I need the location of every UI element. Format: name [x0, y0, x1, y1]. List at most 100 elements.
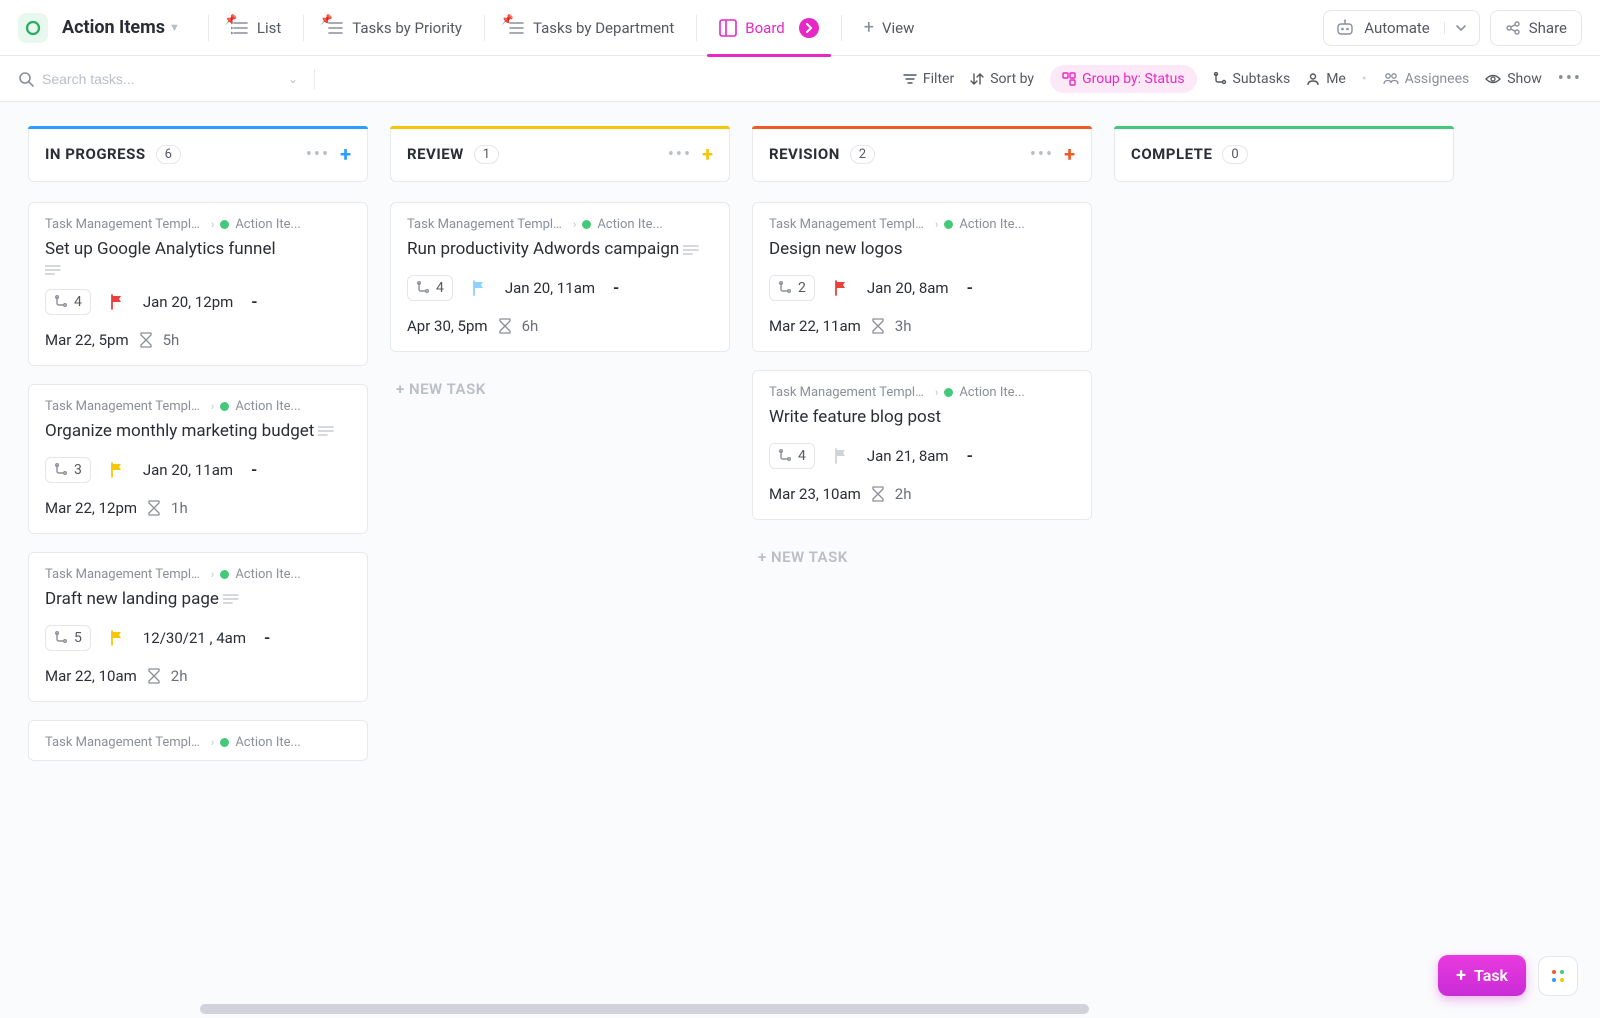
subtask-icon: [54, 631, 68, 645]
task-card[interactable]: Task Management Templat... › Action Ite.…: [28, 384, 368, 534]
time-estimate[interactable]: 5h: [163, 331, 180, 349]
more-icon[interactable]: •••: [1558, 68, 1582, 89]
task-card[interactable]: Task Management Templat... › Action Ite.…: [752, 370, 1092, 520]
search-input[interactable]: [42, 71, 222, 87]
subtasks-button[interactable]: Subtasks: [1213, 71, 1291, 87]
subtask-icon: [416, 281, 430, 295]
card-breadcrumb[interactable]: Task Management Templat... › Action Ite.…: [769, 385, 1075, 400]
new-task-button[interactable]: + NEW TASK: [752, 538, 1092, 576]
subtask-count[interactable]: 5: [45, 625, 91, 651]
filter-button[interactable]: Filter: [903, 71, 954, 87]
view-department-label: Tasks by Department: [533, 19, 674, 37]
end-date[interactable]: Mar 22, 12pm: [45, 499, 137, 517]
view-priority[interactable]: 📌 Tasks by Priority: [314, 13, 474, 43]
chevron-right-icon: ›: [211, 218, 214, 231]
column-header[interactable]: COMPLETE 0: [1114, 126, 1454, 182]
column-header[interactable]: IN PROGRESS 6 ••• +: [28, 126, 368, 182]
automate-button[interactable]: Automate: [1323, 10, 1479, 46]
task-card[interactable]: Task Management Templat... › Action Ite.…: [28, 720, 368, 761]
groupby-button[interactable]: Group by: Status: [1050, 65, 1196, 93]
page-title[interactable]: Action Items: [62, 17, 165, 38]
priority-flag-icon[interactable]: [833, 448, 849, 464]
column-header[interactable]: REVISION 2 ••• +: [752, 126, 1092, 182]
due-date[interactable]: Jan 20, 11am: [143, 461, 233, 479]
assignees-button[interactable]: Assignees: [1383, 71, 1470, 87]
due-date[interactable]: Jan 20, 8am: [867, 279, 949, 297]
time-estimate[interactable]: 1h: [171, 499, 188, 517]
me-button[interactable]: Me: [1306, 71, 1346, 87]
add-view-button[interactable]: + View: [852, 11, 927, 44]
time-estimate[interactable]: 6h: [522, 317, 539, 335]
add-card-button[interactable]: +: [702, 142, 713, 166]
breadcrumb-template: Task Management Templat...: [45, 567, 205, 582]
chevron-down-icon[interactable]: ⌄: [288, 72, 298, 86]
scrollbar-horizontal[interactable]: [200, 1004, 1340, 1014]
plus-icon: +: [1456, 965, 1466, 986]
priority-flag-icon[interactable]: [109, 294, 125, 310]
task-card[interactable]: Task Management Templat... › Action Ite.…: [390, 202, 730, 352]
subtask-icon: [778, 281, 792, 295]
priority-flag-icon[interactable]: [471, 280, 487, 296]
share-button[interactable]: Share: [1490, 10, 1582, 46]
due-date[interactable]: Jan 21, 8am: [867, 447, 949, 465]
view-bar: Action Items ▼ 📌 List 📌 Tasks by Priorit…: [0, 0, 1600, 56]
breadcrumb-template: Task Management Templat...: [45, 217, 205, 232]
apps-button[interactable]: [1538, 956, 1578, 996]
card-breadcrumb[interactable]: Task Management Templat... › Action Ite.…: [45, 567, 351, 582]
priority-flag-icon[interactable]: [109, 462, 125, 478]
time-estimate[interactable]: 3h: [895, 317, 912, 335]
sort-icon: [970, 72, 984, 86]
add-card-button[interactable]: +: [1064, 142, 1075, 166]
show-button[interactable]: Show: [1485, 71, 1542, 87]
task-card[interactable]: Task Management Templat... › Action Ite.…: [28, 552, 368, 702]
subtask-icon: [54, 463, 68, 477]
task-card[interactable]: Task Management Templat... › Action Ite.…: [752, 202, 1092, 352]
card-breadcrumb[interactable]: Task Management Templat... › Action Ite.…: [45, 735, 351, 750]
column-menu-icon[interactable]: •••: [668, 144, 692, 165]
board-expand-icon[interactable]: [799, 18, 819, 38]
task-card[interactable]: Task Management Templat... › Action Ite.…: [28, 202, 368, 366]
new-task-fab[interactable]: + Task: [1438, 955, 1526, 996]
breadcrumb-list: Action Ite...: [959, 385, 1024, 400]
separator: [208, 15, 209, 41]
column-menu-icon[interactable]: •••: [306, 144, 330, 165]
card-breadcrumb[interactable]: Task Management Templat... › Action Ite.…: [45, 399, 351, 414]
me-label: Me: [1326, 71, 1346, 87]
time-estimate[interactable]: 2h: [895, 485, 912, 503]
end-date[interactable]: Apr 30, 5pm: [407, 317, 488, 335]
subtask-count[interactable]: 3: [45, 457, 91, 483]
end-date[interactable]: Mar 22, 11am: [769, 317, 861, 335]
new-task-button[interactable]: + NEW TASK: [390, 370, 730, 408]
view-department[interactable]: 📌 Tasks by Department: [495, 13, 686, 43]
end-date[interactable]: Mar 22, 5pm: [45, 331, 129, 349]
add-card-button[interactable]: +: [340, 142, 351, 166]
board-scroll[interactable]: IN PROGRESS 6 ••• + Task Management Temp…: [0, 102, 1600, 1018]
column-name: COMPLETE: [1131, 145, 1212, 163]
sort-button[interactable]: Sort by: [970, 71, 1034, 87]
view-priority-label: Tasks by Priority: [352, 19, 462, 37]
title-caret-icon[interactable]: ▼: [169, 21, 180, 34]
status-dot-icon: [220, 220, 229, 229]
due-date[interactable]: Jan 20, 11am: [505, 279, 595, 297]
priority-flag-icon[interactable]: [833, 280, 849, 296]
pin-icon: 📌: [501, 15, 513, 26]
end-date[interactable]: Mar 22, 10am: [45, 667, 137, 685]
subtask-count[interactable]: 4: [45, 289, 91, 315]
column-header[interactable]: REVIEW 1 ••• +: [390, 126, 730, 182]
card-breadcrumb[interactable]: Task Management Templat... › Action Ite.…: [45, 217, 351, 232]
search-wrap[interactable]: ⌄: [18, 71, 298, 87]
end-date[interactable]: Mar 23, 10am: [769, 485, 861, 503]
column-menu-icon[interactable]: •••: [1030, 144, 1054, 165]
chevron-down-icon[interactable]: [1444, 22, 1467, 34]
subtask-count[interactable]: 4: [769, 443, 815, 469]
subtask-count[interactable]: 2: [769, 275, 815, 301]
time-estimate[interactable]: 2h: [171, 667, 188, 685]
due-date[interactable]: Jan 20, 12pm: [143, 293, 233, 311]
priority-flag-icon[interactable]: [109, 630, 125, 646]
view-board[interactable]: Board: [707, 12, 830, 44]
card-breadcrumb[interactable]: Task Management Templat... › Action Ite.…: [769, 217, 1075, 232]
subtask-count[interactable]: 4: [407, 275, 453, 301]
due-date[interactable]: 12/30/21 , 4am: [143, 629, 246, 647]
view-list[interactable]: 📌 List: [219, 13, 293, 43]
card-breadcrumb[interactable]: Task Management Templat... › Action Ite.…: [407, 217, 713, 232]
